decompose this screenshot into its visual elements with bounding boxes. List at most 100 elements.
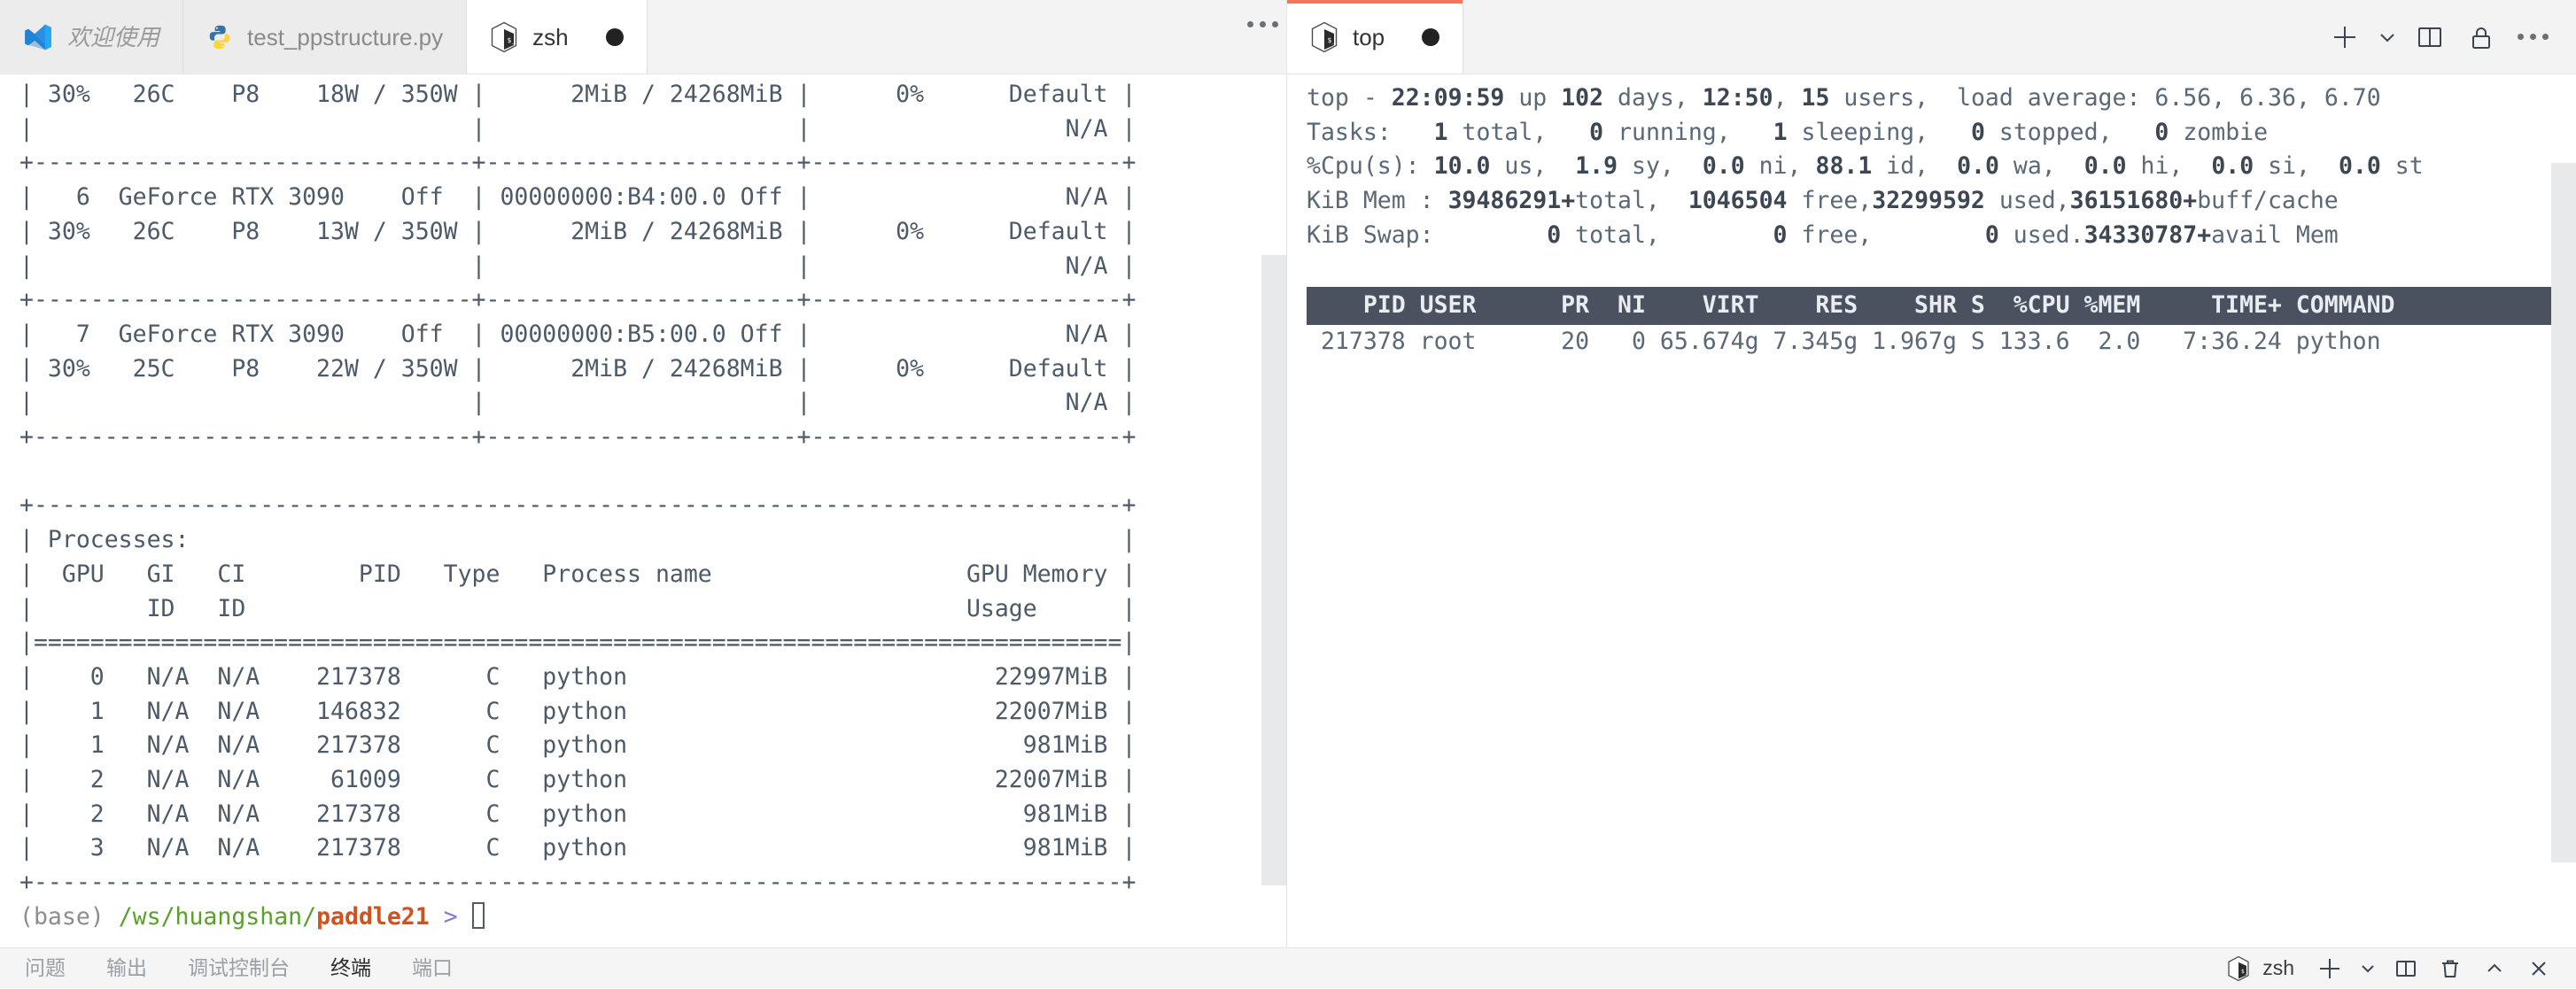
tab-label: zsh xyxy=(532,23,569,50)
top-cpu-line: %Cpu(s): 10.0 us, 1.9 sy, 0.0 ni, 88.1 i… xyxy=(1307,152,2424,181)
trash-icon xyxy=(2442,960,2458,977)
new-terminal-dropdown-button[interactable] xyxy=(2355,951,2381,986)
terminal-tab-filler xyxy=(1463,0,2301,73)
terminal-line: |=======================================… xyxy=(19,629,1137,657)
terminal-toolbar xyxy=(2301,0,2576,73)
terminal-line: | 2 N/A N/A 217378 C python 981MiB | xyxy=(19,800,1137,828)
kill-terminal-button[interactable] xyxy=(2431,951,2470,986)
terminal-line: | Processes: | xyxy=(19,526,1137,554)
chevron-up-icon xyxy=(2487,963,2502,972)
panel-tab-debug-console[interactable]: 调试控制台 xyxy=(186,954,291,982)
nvidia-smi-output: | 30% 26C P8 18W / 350W | 2MiB / 24268Mi… xyxy=(0,74,1286,935)
shell-terminal-icon: $_ xyxy=(2227,955,2250,982)
split-terminal-button[interactable] xyxy=(2406,13,2454,61)
tab-test-ppstructure-py[interactable]: test_ppstructure.py xyxy=(183,0,468,73)
top-table-header: PID USER PR NI VIRT RES SHR S %CPU %MEM … xyxy=(1307,287,2576,325)
editor-more-actions-button[interactable] xyxy=(1238,0,1286,48)
terminal-pane-zsh[interactable]: | 30% 26C P8 18W / 350W | 2MiB / 24268Mi… xyxy=(0,74,1287,947)
svg-text:$_: $_ xyxy=(508,36,516,44)
terminal-line: | | | N/A | xyxy=(19,114,1137,143)
ellipsis-icon xyxy=(2517,34,2549,40)
split-panel-icon xyxy=(2418,27,2441,47)
top-table-row: 217378 root 20 0 65.674g 7.345g 1.967g S… xyxy=(1307,327,2381,355)
close-panel-button[interactable] xyxy=(2519,951,2558,986)
terminal-line: | | | N/A | xyxy=(19,251,1137,280)
editor-tab-group: 欢迎使用 test_ppstructure.py $_ zsh xyxy=(0,0,1287,73)
terminal-line: | 1 N/A N/A 146832 C python 22007MiB | xyxy=(19,697,1137,725)
terminal-line: | 7 GeForce RTX 3090 Off | 00000000:B5:0… xyxy=(19,320,1137,348)
top-tasks-line: Tasks: 1 total, 0 running, 1 sleeping, 0… xyxy=(1307,118,2269,146)
terminal-pane-top[interactable]: top - 22:09:59 up 102 days, 12:50, 15 us… xyxy=(1287,74,2576,947)
panel-tab-ports[interactable]: 端口 xyxy=(410,954,454,982)
panel-action-group: $_ zsh xyxy=(2227,951,2558,986)
chevron-down-icon xyxy=(2380,33,2394,42)
prompt-repo: paddle21 xyxy=(316,902,430,931)
panel-tab-terminal[interactable]: 终端 xyxy=(329,954,373,982)
vscode-logo-icon xyxy=(23,22,53,52)
new-terminal-dropdown-button[interactable] xyxy=(2372,13,2402,61)
terminal-cursor[interactable] xyxy=(471,901,485,929)
split-terminal-button[interactable] xyxy=(2386,951,2425,986)
right-pane-scroll-thumb[interactable] xyxy=(2551,163,2576,862)
top-output: top - 22:09:59 up 102 days, 12:50, 15 us… xyxy=(1287,74,2576,359)
terminal-line: +-------------------------------+-------… xyxy=(19,423,1137,452)
close-icon xyxy=(2532,961,2546,976)
lock-panel-button[interactable] xyxy=(2457,13,2505,61)
terminal-line: | 30% 26C P8 18W / 350W | 2MiB / 24268Mi… xyxy=(19,81,1137,108)
unsaved-indicator-icon[interactable] xyxy=(1422,27,1440,46)
shell-prompt-line[interactable]: (base) /ws/huangshan/paddle21 > xyxy=(19,901,485,931)
prompt-path: /ws/huangshan/ xyxy=(118,902,317,931)
tab-label: test_ppstructure.py xyxy=(247,23,444,50)
tab-label: top xyxy=(1353,23,1385,50)
tab-zsh[interactable]: $_ zsh xyxy=(467,0,648,73)
plus-icon xyxy=(2320,958,2339,978)
new-terminal-button[interactable] xyxy=(2310,951,2349,986)
maximize-panel-button[interactable] xyxy=(2475,951,2514,986)
right-pane-scrollbar[interactable] xyxy=(2551,74,2576,947)
shell-terminal-icon: $_ xyxy=(490,21,518,53)
split-panel-icon xyxy=(2396,960,2416,977)
terminal-body: | 30% 26C P8 18W / 350W | 2MiB / 24268Mi… xyxy=(0,74,2576,947)
terminal-line: +-------------------------------+-------… xyxy=(19,149,1137,177)
editor-tab-filler xyxy=(647,0,1238,73)
chevron-down-icon xyxy=(2362,964,2374,972)
unsaved-indicator-icon[interactable] xyxy=(605,27,624,46)
panel-status-bar: 问题 输出 调试控制台 终端 端口 $_ zsh xyxy=(0,947,2576,988)
svg-text:$_: $_ xyxy=(1328,36,1337,44)
panel-tab-problems[interactable]: 问题 xyxy=(23,954,67,982)
terminal-line: | 2 N/A N/A 61009 C python 22007MiB | xyxy=(19,766,1137,794)
tab-label: 欢迎使用 xyxy=(67,23,160,50)
terminal-tab-top[interactable]: $_ top xyxy=(1287,0,1464,73)
tab-welcome[interactable]: 欢迎使用 xyxy=(0,0,184,73)
new-terminal-button[interactable] xyxy=(2321,13,2369,61)
editor-tab-bar: 欢迎使用 test_ppstructure.py $_ zsh $_ top xyxy=(0,0,2576,74)
top-mem-line: KiB Mem : 39486291+total, 1046504 free,3… xyxy=(1307,187,2339,215)
terminal-line: | 30% 26C P8 13W / 350W | 2MiB / 24268Mi… xyxy=(19,217,1137,245)
terminal-line: +---------------------------------------… xyxy=(19,491,1137,520)
top-swap-line: KiB Swap: 0 total, 0 free, 0 used.343307… xyxy=(1307,220,2339,249)
terminal-line: | 30% 25C P8 22W / 350W | 2MiB / 24268Mi… xyxy=(19,354,1137,382)
lock-icon xyxy=(2472,27,2490,49)
terminal-line: | 3 N/A N/A 217378 C python 981MiB | xyxy=(19,834,1137,862)
left-pane-scrollbar[interactable] xyxy=(1261,74,1286,947)
prompt-env: (base) xyxy=(19,902,105,931)
terminal-line: | 6 GeForce RTX 3090 Off | 00000000:B4:0… xyxy=(19,183,1137,212)
panel-shell-label: zsh xyxy=(2262,956,2294,979)
terminal-line: | 0 N/A N/A 217378 C python 22997MiB | xyxy=(19,662,1137,691)
terminal-line: | | | N/A | xyxy=(19,389,1137,417)
top-uptime-line: top - 22:09:59 up 102 days, 12:50, 15 us… xyxy=(1307,84,2381,112)
ellipsis-icon xyxy=(1246,20,1278,27)
python-file-icon xyxy=(206,23,233,51)
shell-terminal-icon: $_ xyxy=(1310,21,1338,53)
terminal-line: | ID ID Usage | xyxy=(19,594,1137,622)
terminal-line: +---------------------------------------… xyxy=(19,869,1137,897)
left-pane-scroll-thumb[interactable] xyxy=(1261,255,1286,885)
terminal-line: | GPU GI CI PID Type Process name GPU Me… xyxy=(19,560,1137,588)
terminal-more-actions-button[interactable] xyxy=(2509,13,2557,61)
panel-tab-list: 问题 输出 调试控制台 终端 端口 xyxy=(23,954,454,982)
panel-tab-output[interactable]: 输出 xyxy=(105,954,149,982)
terminal-line: | 1 N/A N/A 217378 C python 981MiB | xyxy=(19,731,1137,760)
svg-text:$_: $_ xyxy=(2241,967,2248,974)
terminal-line: +-------------------------------+-------… xyxy=(19,286,1137,314)
plus-icon xyxy=(2334,26,2355,48)
